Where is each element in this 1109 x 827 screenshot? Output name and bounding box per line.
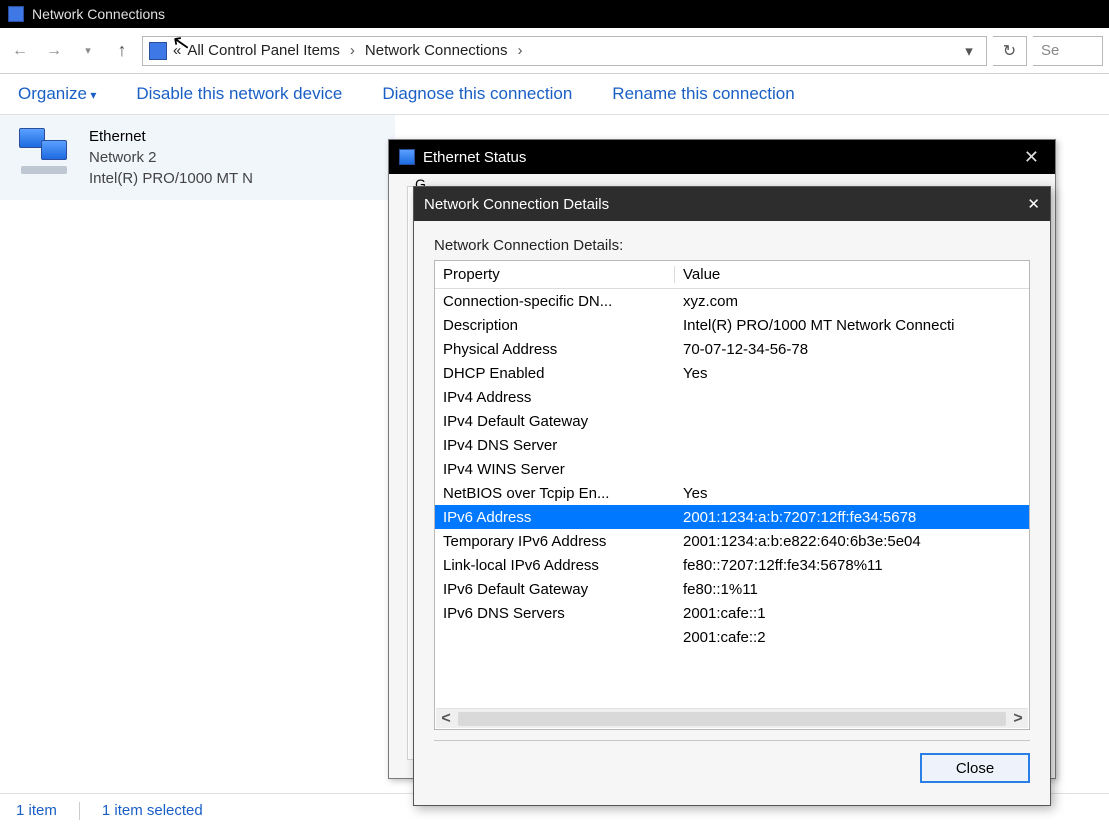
ethernet-status-icon bbox=[399, 149, 415, 165]
details-row[interactable]: Connection-specific DN...xyz.com bbox=[435, 289, 1029, 313]
window-title: Network Connections bbox=[32, 6, 165, 22]
diagnose-connection-button[interactable]: Diagnose this connection bbox=[382, 84, 572, 104]
connection-adapter: Intel(R) PRO/1000 MT N bbox=[89, 168, 253, 189]
breadcrumb-item-2[interactable]: Network Connections bbox=[365, 42, 508, 59]
details-row[interactable]: IPv4 WINS Server bbox=[435, 457, 1029, 481]
details-caption: Network Connection Details: bbox=[434, 237, 1030, 254]
disable-device-button[interactable]: Disable this network device bbox=[136, 84, 342, 104]
search-input[interactable]: Se bbox=[1033, 36, 1103, 66]
connection-item[interactable]: Ethernet Network 2 Intel(R) PRO/1000 MT … bbox=[0, 115, 395, 200]
details-row-value: 2001:cafe::2 bbox=[675, 629, 1029, 646]
details-row-property: Link-local IPv6 Address bbox=[435, 557, 675, 574]
details-row[interactable]: IPv4 Address bbox=[435, 385, 1029, 409]
rename-connection-button[interactable]: Rename this connection bbox=[612, 84, 794, 104]
connection-network: Network 2 bbox=[89, 147, 253, 168]
divider bbox=[434, 740, 1030, 741]
details-row[interactable]: IPv6 Default Gatewayfe80::1%11 bbox=[435, 577, 1029, 601]
details-row[interactable]: DescriptionIntel(R) PRO/1000 MT Network … bbox=[435, 313, 1029, 337]
details-row[interactable]: NetBIOS over Tcpip En...Yes bbox=[435, 481, 1029, 505]
details-titlebar[interactable]: Network Connection Details ✕ bbox=[414, 187, 1050, 221]
details-row-property: IPv6 DNS Servers bbox=[435, 605, 675, 622]
details-row[interactable]: IPv6 Address2001:1234:a:b:7207:12ff:fe34… bbox=[435, 505, 1029, 529]
details-row-property: IPv4 WINS Server bbox=[435, 461, 675, 478]
details-row-property: Physical Address bbox=[435, 341, 675, 358]
details-row[interactable]: IPv4 DNS Server bbox=[435, 433, 1029, 457]
scroll-left-icon[interactable]: < bbox=[436, 710, 456, 728]
ethernet-status-title: Ethernet Status bbox=[423, 149, 526, 166]
details-row-value: 70-07-12-34-56-78 bbox=[675, 341, 1029, 358]
nav-back-icon[interactable]: ← bbox=[6, 37, 34, 65]
connection-text: Ethernet Network 2 Intel(R) PRO/1000 MT … bbox=[89, 126, 253, 189]
details-row-property: IPv6 Default Gateway bbox=[435, 581, 675, 598]
details-row[interactable]: Physical Address70-07-12-34-56-78 bbox=[435, 337, 1029, 361]
window-titlebar: Network Connections bbox=[0, 0, 1109, 28]
connection-details-dialog: Network Connection Details ✕ Network Con… bbox=[413, 186, 1051, 806]
details-row-value: fe80::7207:12ff:fe34:5678%11 bbox=[675, 557, 1029, 574]
details-row-property: Description bbox=[435, 317, 675, 334]
command-bar: Organize Disable this network device Dia… bbox=[0, 74, 1109, 115]
scroll-track[interactable] bbox=[458, 712, 1006, 726]
details-row-value: Yes bbox=[675, 365, 1029, 382]
nav-forward-icon[interactable]: → bbox=[40, 37, 68, 65]
details-row-property: Temporary IPv6 Address bbox=[435, 533, 675, 550]
chevron-right-icon[interactable]: › bbox=[514, 42, 527, 59]
column-value[interactable]: Value bbox=[675, 266, 1029, 283]
details-row-property: IPv4 Default Gateway bbox=[435, 413, 675, 430]
details-title: Network Connection Details bbox=[424, 196, 609, 213]
scroll-right-icon[interactable]: > bbox=[1008, 710, 1028, 728]
address-bar[interactable]: « All Control Panel Items › Network Conn… bbox=[142, 36, 987, 66]
address-dropdown-icon[interactable]: ▾ bbox=[958, 42, 980, 60]
close-button[interactable]: Close bbox=[920, 753, 1030, 783]
details-row[interactable]: Link-local IPv6 Addressfe80::7207:12ff:f… bbox=[435, 553, 1029, 577]
details-row-property: IPv4 Address bbox=[435, 389, 675, 406]
breadcrumb-glyph: « bbox=[173, 42, 181, 59]
nav-row: ← → ▾ ↑ « All Control Panel Items › Netw… bbox=[0, 28, 1109, 74]
details-row-value: 2001:1234:a:b:7207:12ff:fe34:5678 bbox=[675, 509, 1029, 526]
details-row-value: xyz.com bbox=[675, 293, 1029, 310]
address-folder-icon bbox=[149, 42, 167, 60]
details-row[interactable]: IPv6 DNS Servers2001:cafe::1 bbox=[435, 601, 1029, 625]
window-icon bbox=[8, 6, 24, 22]
status-separator bbox=[79, 802, 80, 820]
column-property[interactable]: Property bbox=[435, 266, 675, 283]
details-row-property: NetBIOS over Tcpip En... bbox=[435, 485, 675, 502]
details-row[interactable]: DHCP EnabledYes bbox=[435, 361, 1029, 385]
details-row[interactable]: Temporary IPv6 Address2001:1234:a:b:e822… bbox=[435, 529, 1029, 553]
ethernet-status-titlebar[interactable]: Ethernet Status ✕ bbox=[389, 140, 1055, 174]
details-row-value: Intel(R) PRO/1000 MT Network Connecti bbox=[675, 317, 1029, 334]
close-icon[interactable]: ✕ bbox=[1027, 195, 1040, 213]
refresh-button[interactable]: ↻ bbox=[993, 36, 1027, 66]
details-list-header: Property Value bbox=[435, 261, 1029, 289]
status-selected-count: 1 item selected bbox=[102, 802, 203, 819]
details-row-value: fe80::1%11 bbox=[675, 581, 1029, 598]
details-row-property: IPv4 DNS Server bbox=[435, 437, 675, 454]
connection-name: Ethernet bbox=[89, 126, 253, 147]
organize-menu[interactable]: Organize bbox=[18, 84, 96, 104]
details-row-value: 2001:cafe::1 bbox=[675, 605, 1029, 622]
close-icon[interactable]: ✕ bbox=[1018, 147, 1045, 168]
details-row-property: Connection-specific DN... bbox=[435, 293, 675, 310]
nav-recent-icon[interactable]: ▾ bbox=[74, 37, 102, 65]
breadcrumb-item-1[interactable]: All Control Panel Items bbox=[187, 42, 340, 59]
details-row[interactable]: 2001:cafe::2 bbox=[435, 625, 1029, 649]
search-placeholder: Se bbox=[1041, 42, 1059, 59]
details-list: Property Value Connection-specific DN...… bbox=[434, 260, 1030, 730]
horizontal-scrollbar[interactable]: < > bbox=[436, 708, 1028, 728]
chevron-right-icon[interactable]: › bbox=[346, 42, 359, 59]
details-row-value: Yes bbox=[675, 485, 1029, 502]
details-row-property: DHCP Enabled bbox=[435, 365, 675, 382]
status-item-count: 1 item bbox=[16, 802, 57, 819]
details-rows: Connection-specific DN...xyz.comDescript… bbox=[435, 289, 1029, 649]
details-row[interactable]: IPv4 Default Gateway bbox=[435, 409, 1029, 433]
network-adapter-icon bbox=[15, 126, 75, 178]
details-row-property: IPv6 Address bbox=[435, 509, 675, 526]
nav-up-icon[interactable]: ↑ bbox=[108, 37, 136, 65]
details-row-value: 2001:1234:a:b:e822:640:6b3e:5e04 bbox=[675, 533, 1029, 550]
